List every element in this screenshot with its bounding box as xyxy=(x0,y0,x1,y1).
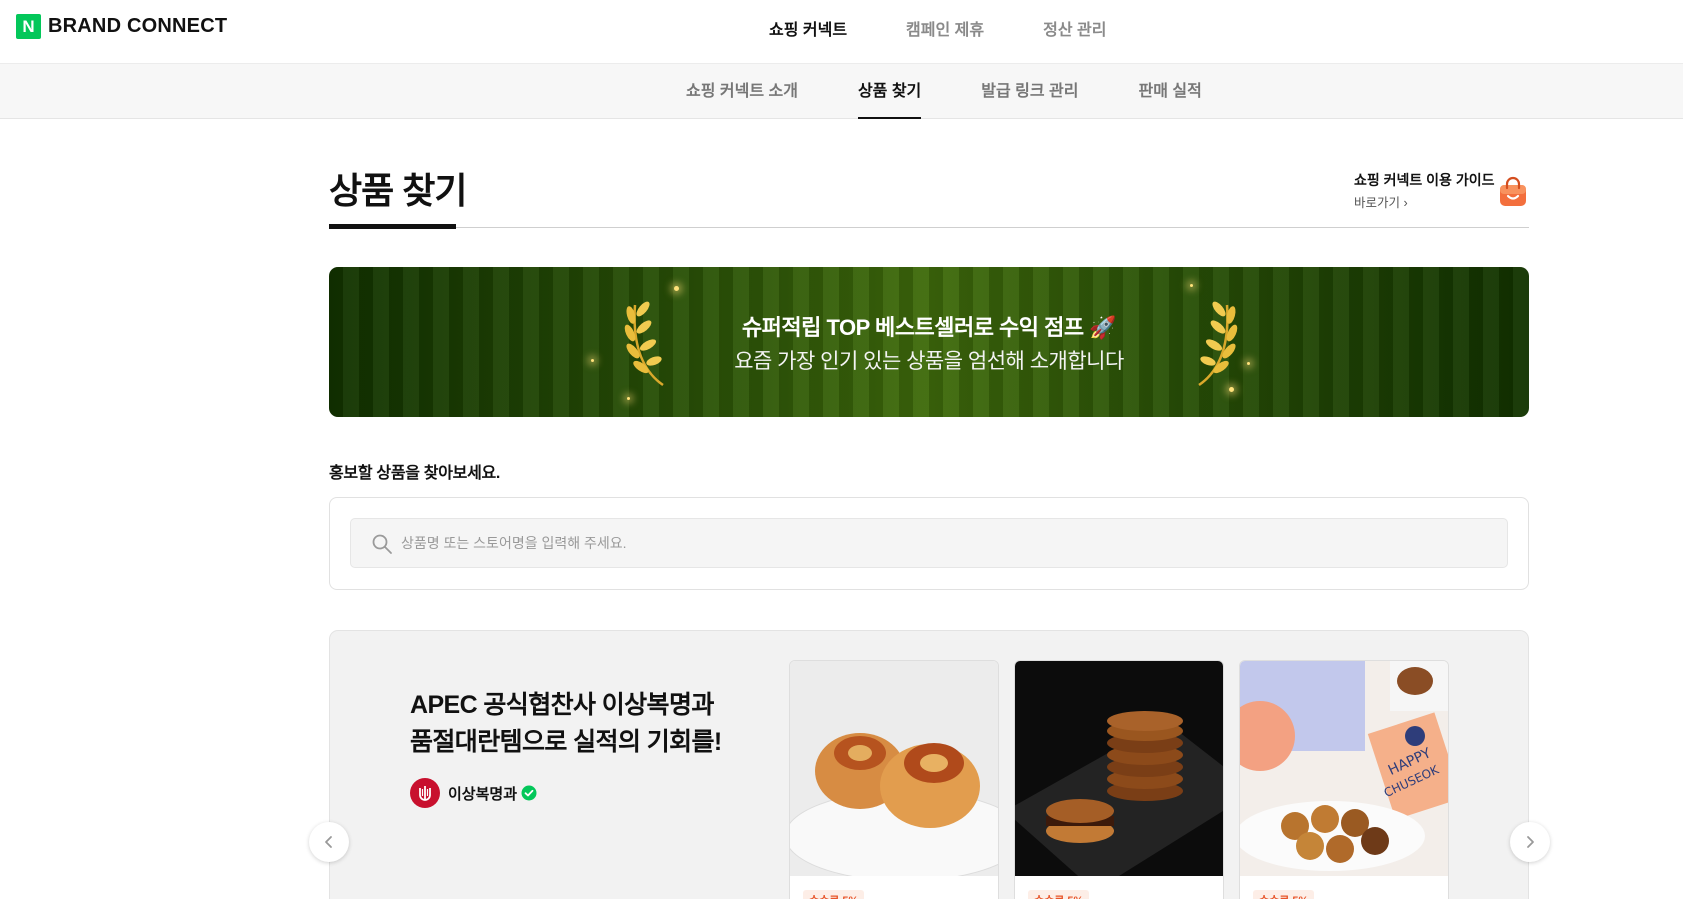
promo-title-line2: 품절대란템으로 실적의 기회를! xyxy=(410,728,722,756)
search-icon xyxy=(372,534,392,554)
search-input[interactable] xyxy=(401,519,1491,567)
product-image-bread xyxy=(790,661,998,876)
tab-sales-performance[interactable]: 판매 실적 xyxy=(1138,64,1201,119)
sub-nav: 쇼핑 커넥트 소개 상품 찾기 발급 링크 관리 판매 실적 xyxy=(0,64,1683,119)
product-image-gift-set: HAPPY CHUSEOK xyxy=(1240,661,1448,876)
banner-subtitle: 요즘 가장 인기 있는 상품을 엄선해 소개합니다 xyxy=(734,350,1124,373)
tab-intro[interactable]: 쇼핑 커넥트 소개 xyxy=(686,64,798,119)
title-underline xyxy=(329,224,456,229)
laurel-right-icon xyxy=(1198,301,1238,387)
verified-badge-icon xyxy=(521,785,537,801)
product-card[interactable]: HAPPY CHUSEOK 수수료 5% xyxy=(1239,660,1449,899)
chevron-left-icon xyxy=(325,836,332,848)
laurel-left-icon xyxy=(624,301,664,387)
shopping-bag-icon xyxy=(1500,176,1526,206)
promo-section: APEC 공식협찬사 이상복명과 품절대란템으로 실적의 기회를! 이상복명과 xyxy=(329,630,1529,899)
product-image-pancakes xyxy=(1015,661,1223,876)
brand-logo-icon xyxy=(410,778,440,808)
naver-n-icon: N xyxy=(16,14,41,39)
nav-shopping-connect[interactable]: 쇼핑 커넥트 xyxy=(769,16,847,40)
tab-find-products[interactable]: 상품 찾기 xyxy=(857,64,922,119)
brand-name: 이상복명과 xyxy=(448,785,518,803)
guide-shortcut-label: 바로가기 xyxy=(1354,196,1401,210)
promo-title: APEC 공식협찬사 이상복명과 품절대란템으로 실적의 기회를! xyxy=(410,687,722,761)
commission-badge: 수수료 5% xyxy=(1028,890,1090,899)
commission-badge: 수수료 5% xyxy=(1253,890,1315,899)
sparkle-icon xyxy=(1190,284,1193,287)
tab-issued-links[interactable]: 발급 링크 관리 xyxy=(981,64,1078,119)
banner-title: 슈퍼적립 TOP 베스트셀러로 수익 점프 🚀 xyxy=(741,315,1117,340)
carousel-prev-button[interactable] xyxy=(309,822,349,862)
sparkle-icon xyxy=(627,397,630,400)
sparkle-icon xyxy=(1229,387,1234,392)
chevron-right-icon: › xyxy=(1403,196,1408,210)
promo-title-line1: APEC 공식협찬사 이상복명과 xyxy=(410,691,714,719)
page-title-section: 상품 찾기 쇼핑 커넥트 이용 가이드 바로가기 › xyxy=(329,160,1529,229)
search-field[interactable] xyxy=(350,518,1508,568)
carousel-next-button[interactable] xyxy=(1510,822,1550,862)
top-header: N BRAND CONNECT 쇼핑 커넥트 캠페인 제휴 정산 관리 xyxy=(0,0,1683,64)
brand-connect-logo[interactable]: N BRAND CONNECT xyxy=(16,14,227,39)
usage-guide-link[interactable]: 쇼핑 커넥트 이용 가이드 바로가기 › xyxy=(1354,170,1529,218)
main-nav: 쇼핑 커넥트 캠페인 제휴 정산 관리 xyxy=(769,16,1165,40)
bestseller-banner[interactable]: 슈퍼적립 TOP 베스트셀러로 수익 점프 🚀 요즘 가장 인기 있는 상품을 … xyxy=(329,267,1529,417)
guide-title: 쇼핑 커넥트 이용 가이드 xyxy=(1354,172,1495,188)
brand-store-link[interactable]: 이상복명과 xyxy=(410,778,537,808)
chevron-right-icon xyxy=(1527,836,1534,848)
search-panel xyxy=(329,497,1529,590)
page-title: 상품 찾기 xyxy=(329,170,467,211)
nav-settlement[interactable]: 정산 관리 xyxy=(1043,16,1106,40)
search-label: 홍보할 상품을 찾아보세요. xyxy=(329,465,501,482)
logo-text: BRAND CONNECT xyxy=(48,15,228,37)
commission-badge: 수수료 5% xyxy=(803,890,865,899)
product-card[interactable]: 수수료 5% xyxy=(1014,660,1224,899)
nav-campaign[interactable]: 캠페인 제휴 xyxy=(906,16,984,40)
product-card[interactable]: 수수료 5% xyxy=(789,660,999,899)
guide-shortcut[interactable]: 바로가기 › xyxy=(1354,192,1408,211)
sparkle-icon xyxy=(674,286,679,291)
curtain-texture xyxy=(329,267,1529,417)
